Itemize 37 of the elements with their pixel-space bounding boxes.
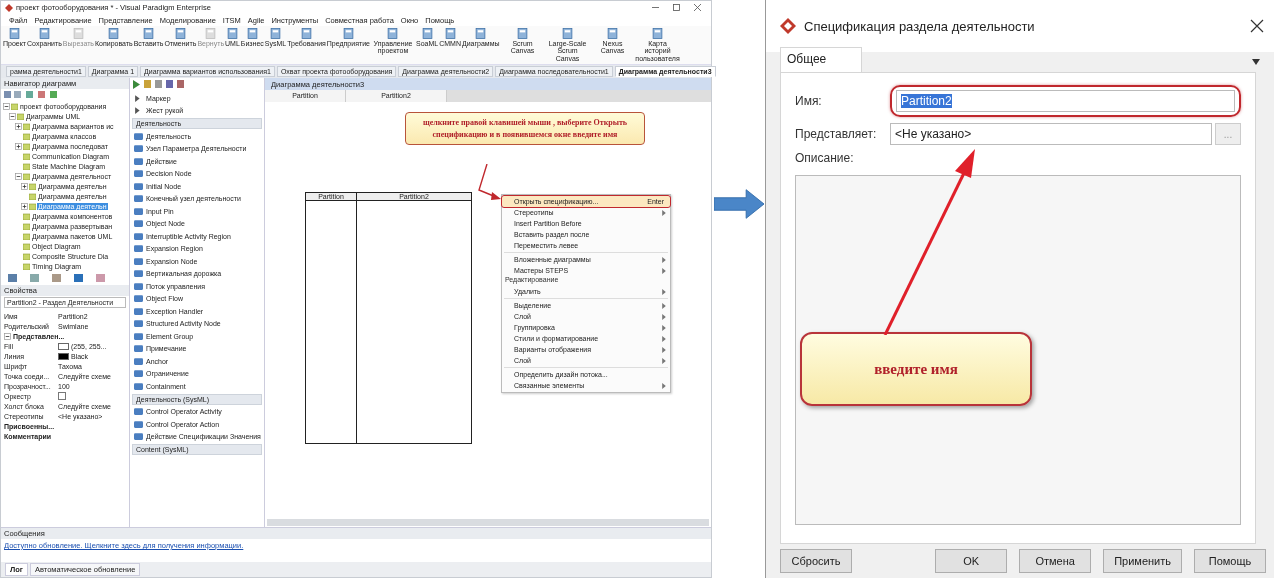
color-swatch[interactable] [58, 352, 69, 360]
maximize-icon[interactable] [673, 4, 680, 11]
expand-icon[interactable] [15, 142, 22, 150]
collapse-icon[interactable] [9, 112, 16, 120]
color-swatch[interactable] [58, 342, 69, 350]
collapse-icon[interactable] [15, 172, 22, 180]
collapse-icon[interactable] [3, 102, 10, 110]
submenu-arrow-icon [662, 382, 666, 389]
reset-button[interactable]: Сбросить [780, 549, 852, 573]
callout-note: щелкните правой клавишей мыши , выберите Открыть спецификацию и в появившемся окне введите имя [405, 112, 645, 146]
field-label: Представляет: [795, 127, 878, 141]
name-field[interactable]: Partition2 [896, 90, 1235, 112]
callout-note: введите имя [800, 332, 1032, 406]
expand-icon[interactable] [15, 122, 22, 130]
submenu-arrow-icon [662, 209, 666, 216]
field-label: Имя: [795, 94, 823, 108]
dialog-button[interactable]: Отмена [1019, 549, 1092, 573]
dialog-button[interactable]: Применить [1103, 549, 1182, 573]
leader-arrow [478, 164, 502, 202]
dialog-button[interactable]: Помощь [1194, 549, 1266, 573]
app-logo-icon [780, 18, 796, 34]
dropdown-caret-icon[interactable] [1252, 59, 1260, 65]
dialog-button[interactable]: OK [935, 549, 1008, 573]
collapse-icon[interactable] [4, 332, 11, 340]
horizontal-scrollbar[interactable] [267, 519, 709, 526]
expand-icon[interactable] [21, 182, 28, 190]
dialog-title: Спецификация раздела деятельности [804, 18, 1036, 34]
checkbox[interactable] [58, 392, 66, 401]
represents-field[interactable]: <Не указано> [890, 123, 1212, 145]
tab[interactable]: Общее [780, 47, 862, 72]
minimize-icon[interactable] [652, 4, 659, 11]
description-field[interactable]: введите имя [795, 175, 1241, 525]
right-arrow-icon [713, 188, 764, 220]
app-logo-icon [5, 3, 13, 12]
close-icon[interactable] [1250, 19, 1264, 33]
expand-icon[interactable] [21, 202, 28, 210]
field-label: Описание: [795, 151, 855, 165]
